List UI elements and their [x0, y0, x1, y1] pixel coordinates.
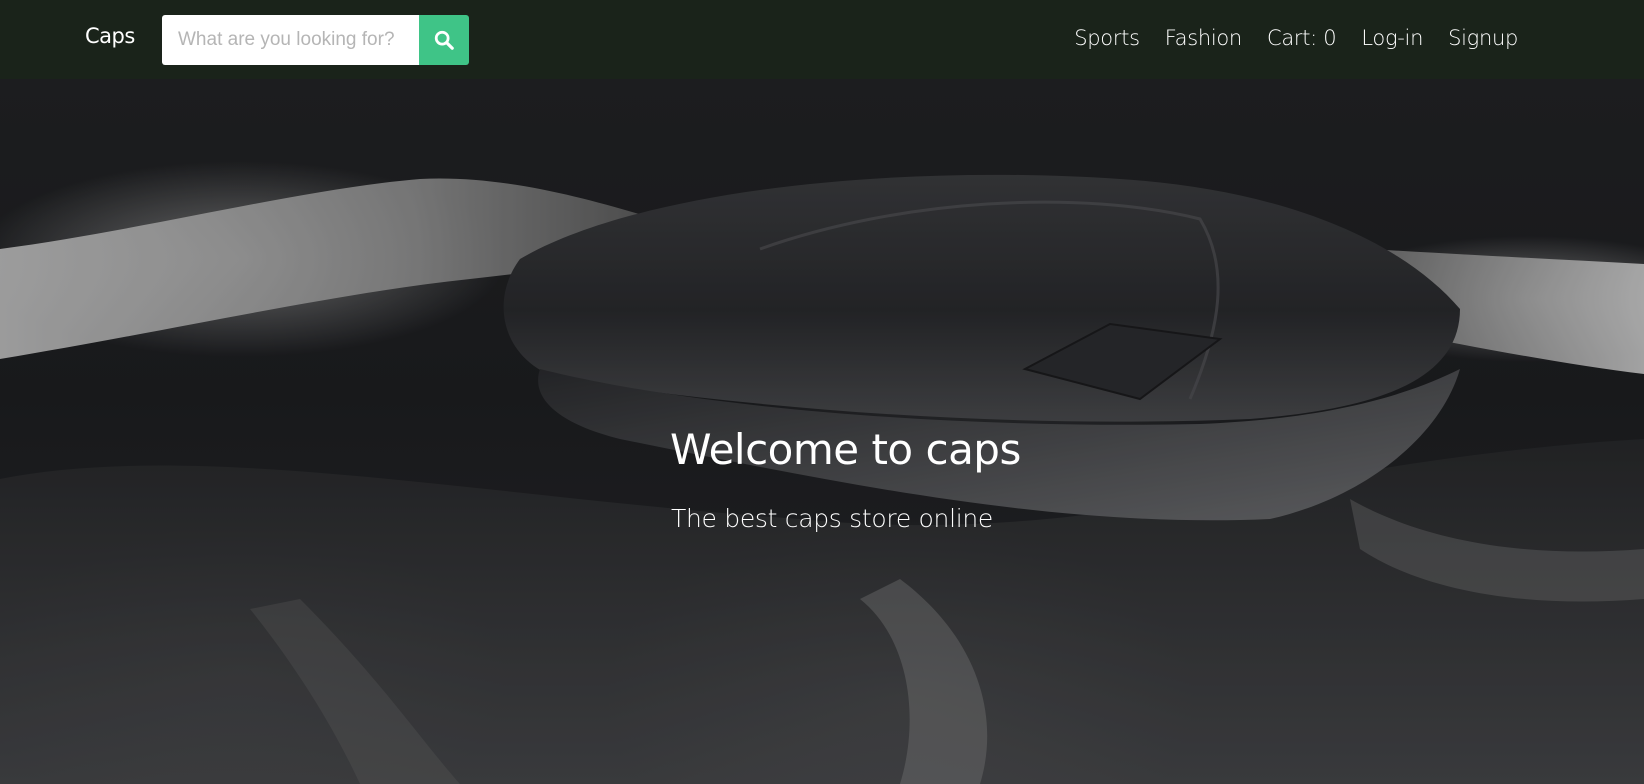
search-input[interactable]: [162, 15, 419, 65]
search-icon: [434, 30, 454, 50]
nav-link-signup[interactable]: Signup: [1448, 26, 1518, 50]
search-form: [162, 15, 469, 65]
nav-link-fashion[interactable]: Fashion: [1165, 26, 1242, 50]
top-navbar: Caps Sports Fashion Cart: 0 Log-in Signu…: [0, 0, 1644, 79]
brand-logo[interactable]: Caps: [85, 24, 135, 48]
nav-links: Sports Fashion Cart: 0 Log-in Signup: [1074, 26, 1518, 50]
hero-banner: Welcome to caps The best caps store onli…: [0, 79, 1644, 784]
nav-link-login[interactable]: Log-in: [1361, 26, 1423, 50]
search-button[interactable]: [419, 15, 469, 65]
nav-link-cart[interactable]: Cart: 0: [1267, 26, 1337, 50]
nav-link-sports[interactable]: Sports: [1074, 26, 1140, 50]
hero-subtitle: The best caps store online: [671, 504, 994, 533]
hero-title: Welcome to caps: [670, 425, 1021, 475]
